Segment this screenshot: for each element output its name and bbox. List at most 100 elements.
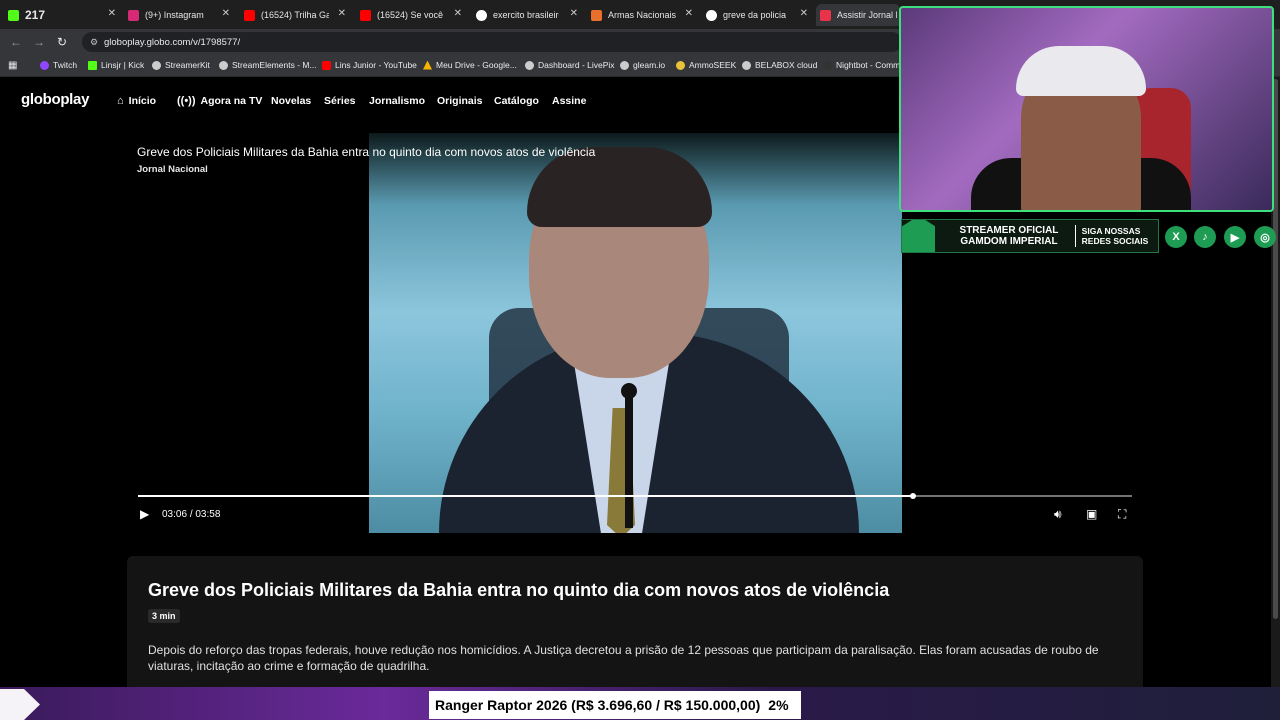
volume-icon[interactable]: 🔊︎ <box>1054 507 1062 522</box>
current-time: 03:06 <box>162 509 188 520</box>
close-tab-icon[interactable]: ✕ <box>800 8 808 19</box>
nav-label: Agora na TV <box>200 95 263 107</box>
nightbot-icon <box>823 60 832 70</box>
nav-series[interactable]: Séries <box>324 95 356 107</box>
bookmark-youtube[interactable]: Lins Junior - YouTube <box>322 60 417 70</box>
nav-originais[interactable]: Originais <box>437 95 483 107</box>
close-tab-icon[interactable]: ✕ <box>338 8 346 19</box>
webcam-cap-shape <box>1016 46 1146 96</box>
progress-bar[interactable] <box>138 493 1132 499</box>
ticker-percent: 2% <box>768 697 789 713</box>
nav-inicio[interactable]: ⌂ Início <box>117 95 156 107</box>
tab-title: (9+) Instagram <box>145 10 204 20</box>
bookmark-streamerkit[interactable]: StreamerKit <box>152 60 210 70</box>
reload-icon[interactable]: ↻ <box>57 35 67 49</box>
streamer-webcam <box>899 6 1274 212</box>
close-tab-icon[interactable]: ✕ <box>685 8 693 19</box>
x-icon: X <box>1165 226 1187 248</box>
nav-label: Originais <box>437 95 483 107</box>
forward-icon[interactable]: → <box>33 35 45 49</box>
bookmark-streamelements[interactable]: StreamElements - M... <box>219 60 317 70</box>
progress-handle[interactable] <box>910 493 917 499</box>
youtube-favicon-icon <box>244 9 255 21</box>
streamelements-icon <box>219 60 228 70</box>
ammoseek-icon <box>676 60 685 70</box>
progress-fill <box>138 495 914 497</box>
bookmark-livepix[interactable]: Dashboard - LivePix <box>525 60 615 70</box>
video-info-card: Greve dos Policiais Militares da Bahia e… <box>127 556 1143 696</box>
player-title: Greve dos Policiais Militares da Bahia e… <box>137 145 596 159</box>
tab-title: (16524) Trilha Galop <box>261 10 329 20</box>
bookmark-label: gleam.io <box>633 60 666 70</box>
nav-label: Séries <box>324 95 356 107</box>
nav-label: Início <box>128 95 157 107</box>
bookmark-label: Twitch <box>53 60 78 70</box>
youtube-favicon-icon <box>360 9 371 21</box>
globe-icon <box>152 60 161 70</box>
tab-title: greve da policia na <box>723 10 789 20</box>
duration-badge: 3 min <box>148 609 180 623</box>
bookmark-belabox[interactable]: BELABOX cloud <box>742 60 817 70</box>
browser-tab[interactable]: greve da policia na ✕ <box>706 4 808 26</box>
globe-icon <box>525 60 534 70</box>
banner-social-text: SIGA NOSSAS REDES SOCIAIS <box>1082 226 1158 246</box>
browser-tab[interactable]: exercito brasileiro ✕ <box>476 4 578 26</box>
time-display: 03:06 / 03:58 <box>162 509 220 520</box>
close-tab-icon[interactable]: ✕ <box>570 8 578 19</box>
url-text: globoplay.globo.com/v/1798577/ <box>104 36 241 48</box>
google-favicon-icon <box>476 9 487 21</box>
bookmark-nightbot[interactable]: Nightbot - Comm <box>823 60 900 70</box>
nav-novelas[interactable]: Novelas <box>271 95 311 107</box>
browser-tab[interactable]: 217 ✕ <box>8 4 116 26</box>
browser-tab[interactable]: Armas Nacionais: V ✕ <box>591 4 693 26</box>
globoplay-logo[interactable]: globoplay <box>21 91 89 108</box>
close-tab-icon[interactable]: ✕ <box>108 8 116 19</box>
video-microphone-head-shape <box>621 383 637 399</box>
youtube-icon <box>322 60 331 70</box>
nav-label: Catálogo <box>494 95 539 107</box>
banner-divider <box>1074 225 1076 247</box>
bookmark-kick[interactable]: Linsjr | Kick <box>88 60 144 70</box>
nav-agora-na-tv[interactable]: ((•)) Agora na TV <box>177 95 262 107</box>
video-frame[interactable] <box>369 133 902 533</box>
video-description: Depois do reforço das tropas federais, h… <box>148 643 1099 673</box>
home-icon: ⌂ <box>117 95 124 107</box>
address-bar[interactable]: ⚙ globoplay.globo.com/v/1798577/ <box>82 32 902 52</box>
site-info-icon[interactable]: ⚙ <box>90 37 98 48</box>
kick-icon <box>88 60 97 70</box>
nav-label: Novelas <box>271 95 312 107</box>
bookmark-ammoseek[interactable]: AmmoSEEK <box>676 60 736 70</box>
picture-in-picture-icon[interactable]: ▣ <box>1086 507 1097 521</box>
tab-title: 217 <box>25 8 46 22</box>
time-separator: / <box>189 509 193 520</box>
back-icon[interactable]: ← <box>10 35 22 49</box>
banner-right-line-1: SIGA NOSSAS <box>1081 226 1141 236</box>
streamer-banner: STREAMER OFICIAL GAMDOM IMPERIAL SIGA NO… <box>901 219 1159 253</box>
bookmark-gleam[interactable]: gleam.io <box>620 60 665 70</box>
bookmark-label: BELABOX cloud <box>755 60 818 70</box>
banner-right-line-2: REDES SOCIAIS <box>1081 236 1149 246</box>
browser-tab[interactable]: (16524) Trilha Galop ✕ <box>244 4 346 26</box>
tiktok-icon: ♪ <box>1194 226 1216 248</box>
close-tab-icon[interactable]: ✕ <box>454 8 462 19</box>
nav-assine[interactable]: Assine <box>552 95 586 107</box>
total-duration: 03:58 <box>195 509 221 520</box>
bookmark-twitch[interactable]: Twitch <box>40 60 77 70</box>
browser-tab[interactable]: (16524) Se você us ✕ <box>360 4 462 26</box>
browser-tab[interactable]: (9+) Instagram ✕ <box>128 4 230 26</box>
live-broadcast-icon: ((•)) <box>177 95 196 107</box>
tab-title: exercito brasileiro <box>493 10 559 20</box>
browser-tab-active[interactable]: Assistir Jornal N <box>816 4 900 26</box>
gleam-icon <box>620 60 629 70</box>
nav-jornalismo[interactable]: Jornalismo <box>369 95 425 107</box>
apps-grid-icon[interactable]: ▦ <box>8 60 17 71</box>
bookmark-google-drive[interactable]: Meu Drive - Google... <box>423 60 517 70</box>
play-icon[interactable]: ▶ <box>140 507 149 521</box>
fullscreen-icon[interactable]: ⛶ <box>1118 507 1126 522</box>
bookmark-label: Nightbot - Comm <box>836 60 901 70</box>
twitch-icon <box>40 60 49 70</box>
video-microphone-shape <box>625 388 633 528</box>
close-tab-icon[interactable]: ✕ <box>222 8 230 19</box>
tab-title: Armas Nacionais: V <box>608 10 676 20</box>
nav-catalogo[interactable]: Catálogo <box>494 95 539 107</box>
